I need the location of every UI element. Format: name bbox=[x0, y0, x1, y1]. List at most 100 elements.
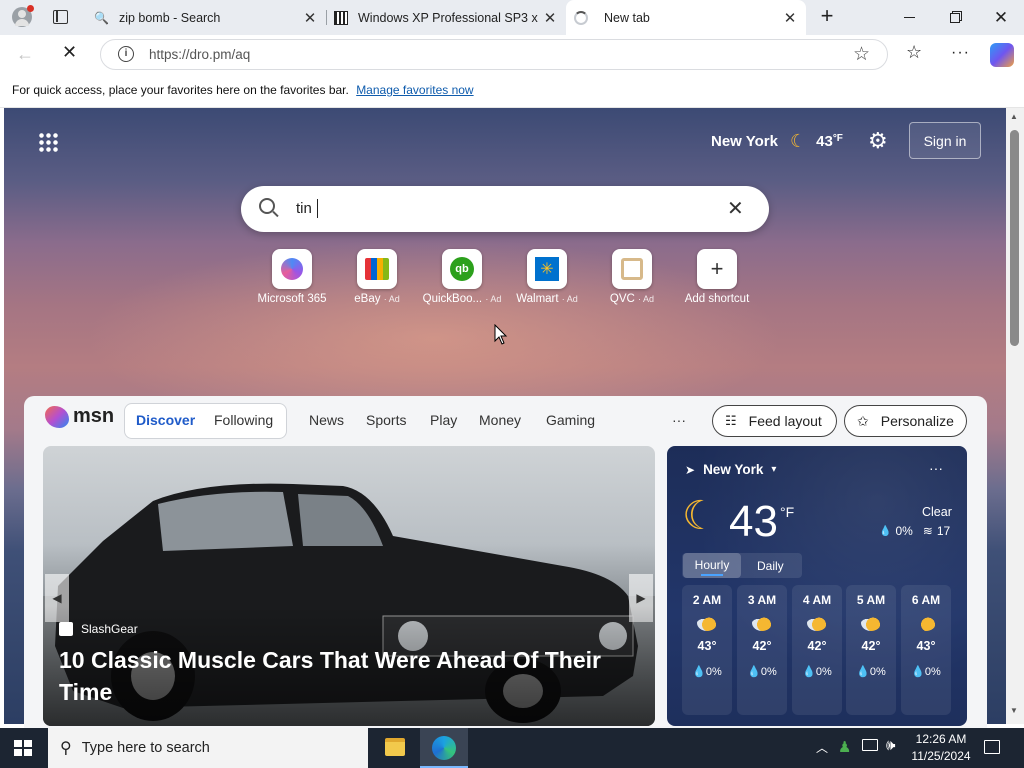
sparkle-icon: ✩ bbox=[857, 412, 869, 429]
shortcut-qvc[interactable]: QVC · Ad bbox=[592, 249, 672, 305]
taskbar-search-placeholder: Type here to search bbox=[81, 740, 210, 756]
notifications-icon[interactable] bbox=[984, 740, 1000, 754]
slashgear-logo-icon bbox=[59, 622, 73, 636]
network-user-icon[interactable]: ♟ bbox=[838, 738, 851, 756]
weather-condition: Clear bbox=[922, 505, 952, 519]
favorite-star-icon[interactable]: ☆ bbox=[853, 43, 870, 66]
minimize-button[interactable] bbox=[886, 0, 932, 35]
copilot-icon[interactable] bbox=[990, 43, 1014, 67]
tab-close-button[interactable]: ✕ bbox=[302, 9, 318, 27]
apps-grid-icon[interactable] bbox=[38, 132, 58, 152]
search-input[interactable]: tin bbox=[296, 200, 312, 217]
weather-temp-unit: °F bbox=[780, 504, 795, 520]
show-hidden-icons-chevron-icon[interactable]: ︿ bbox=[816, 739, 828, 756]
weather-more-icon[interactable]: ··· bbox=[929, 460, 943, 476]
tab-windows-xp[interactable]: Windows XP Professional SP3 x86 ✕ bbox=[326, 0, 566, 35]
shortcut-label: Add shortcut bbox=[684, 293, 750, 305]
hourly-forecast-item[interactable]: 4 AM 42° 💧0% bbox=[792, 585, 842, 715]
moon-cloud-icon bbox=[752, 615, 772, 631]
tab-title: Windows XP Professional SP3 x86 bbox=[358, 10, 538, 25]
msn-butterfly-icon bbox=[45, 405, 69, 428]
tab-title: New tab bbox=[604, 10, 650, 25]
article-headline[interactable]: 10 Classic Muscle Cars That Were Ahead O… bbox=[59, 644, 629, 708]
moon-cloud-icon bbox=[861, 615, 881, 631]
back-arrow-icon[interactable]: ← bbox=[16, 44, 34, 65]
more-menu-icon[interactable]: ··· bbox=[951, 44, 970, 62]
network-icon[interactable] bbox=[862, 739, 878, 751]
weather-location[interactable]: ➤ New York ▾ bbox=[685, 462, 776, 477]
edge-taskbar-button[interactable] bbox=[420, 728, 468, 768]
web-search-box[interactable]: tin ✕ bbox=[241, 186, 769, 232]
nav-more-button[interactable]: ··· bbox=[672, 412, 686, 428]
new-tab-button[interactable]: + bbox=[814, 3, 840, 31]
clock-time: 12:26 AM bbox=[915, 732, 967, 746]
favorites-icon[interactable]: ☆ bbox=[906, 42, 922, 63]
volume-icon[interactable]: 🕪 bbox=[886, 737, 895, 754]
chevron-down-icon: ▾ bbox=[771, 464, 777, 475]
tab-daily[interactable]: Daily bbox=[757, 559, 784, 573]
tab-actions-icon[interactable] bbox=[53, 10, 68, 24]
tab-zip-bomb-search[interactable]: 🔍 zip bomb - Search ✕ bbox=[86, 0, 326, 35]
shortcut-label: eBay bbox=[354, 293, 381, 305]
tab-close-button[interactable]: ✕ bbox=[542, 9, 558, 27]
quickbooks-icon: qb bbox=[450, 257, 474, 281]
favorites-bar: For quick access, place your favorites h… bbox=[0, 74, 1024, 108]
archive-favicon-icon bbox=[334, 10, 348, 25]
plus-icon: + bbox=[710, 256, 724, 281]
article-source[interactable]: SlashGear bbox=[59, 622, 138, 636]
nav-play[interactable]: Play bbox=[430, 412, 457, 428]
shortcut-quickbooks[interactable]: qb QuickBoo... · Ad bbox=[422, 249, 502, 305]
tab-hourly[interactable]: Hourly bbox=[683, 553, 741, 578]
ebay-bag-icon bbox=[365, 258, 389, 280]
hourly-forecast-item[interactable]: 5 AM 42° 💧0% bbox=[846, 585, 896, 715]
moon-icon bbox=[916, 615, 936, 631]
file-explorer-icon[interactable] bbox=[385, 738, 405, 756]
header-weather[interactable]: New York ☾ 43 °F bbox=[711, 131, 843, 152]
hourly-forecast-item[interactable]: 2 AM 43° 💧0% bbox=[682, 585, 732, 715]
close-window-button[interactable]: ✕ bbox=[978, 0, 1024, 35]
weather-temp: 43 bbox=[729, 497, 778, 546]
shortcut-label: QVC bbox=[609, 293, 635, 305]
scrollbar-thumb[interactable] bbox=[1010, 130, 1019, 346]
info-icon[interactable]: i bbox=[118, 46, 134, 62]
header-temp-unit: °F bbox=[832, 133, 843, 144]
nav-money[interactable]: Money bbox=[479, 412, 521, 428]
walmart-spark-icon: ✳ bbox=[535, 257, 559, 281]
tab-discover[interactable]: Discover bbox=[136, 412, 195, 428]
stop-loading-icon[interactable]: ✕ bbox=[62, 42, 77, 63]
page-scrollbar[interactable]: ▲ ▼ bbox=[1006, 108, 1024, 724]
tab-close-button[interactable]: ✕ bbox=[782, 9, 798, 27]
mouse-cursor-icon bbox=[494, 324, 508, 345]
header-city: New York bbox=[711, 133, 778, 150]
taskbar-search-box[interactable]: ⚲ Type here to search bbox=[48, 728, 368, 768]
restore-button[interactable] bbox=[932, 0, 978, 35]
shortcut-microsoft-365[interactable]: Microsoft 365 bbox=[252, 249, 332, 305]
personalize-button[interactable]: ✩ Personalize bbox=[844, 405, 967, 437]
taskbar-clock[interactable]: 12:26 AM 11/25/2024 bbox=[906, 731, 976, 765]
tab-new-tab[interactable]: New tab ✕ bbox=[566, 0, 806, 35]
manage-favorites-link[interactable]: Manage favorites now bbox=[356, 83, 473, 97]
clock-date: 11/25/2024 bbox=[911, 749, 971, 763]
settings-gear-icon[interactable]: ⚙ bbox=[868, 128, 888, 154]
nav-news[interactable]: News bbox=[309, 412, 344, 428]
weather-moon-icon: ☾ bbox=[682, 494, 718, 538]
profile-avatar[interactable] bbox=[12, 5, 34, 27]
hero-article-card[interactable]: ◀ ▶ SlashGear 10 Classic Muscle Cars Tha… bbox=[43, 446, 655, 726]
shortcut-add[interactable]: + Add shortcut bbox=[677, 249, 757, 305]
tab-following[interactable]: Following bbox=[214, 412, 273, 428]
microsoft-365-icon bbox=[281, 258, 303, 280]
address-field[interactable]: i https://dro.pm/aq ☆ bbox=[100, 39, 888, 70]
msn-logo[interactable]: msn bbox=[45, 405, 114, 428]
moon-cloud-icon bbox=[697, 615, 717, 631]
hourly-forecast-item[interactable]: 6 AM 43° 💧0% bbox=[901, 585, 951, 715]
sliders-icon: ☷ bbox=[725, 413, 737, 428]
feed-layout-button[interactable]: ☷ Feed layout bbox=[712, 405, 837, 437]
tab-title: zip bomb - Search bbox=[118, 10, 221, 25]
shortcut-ebay[interactable]: eBay · Ad bbox=[337, 249, 417, 305]
nav-sports[interactable]: Sports bbox=[366, 412, 406, 428]
nav-gaming[interactable]: Gaming bbox=[546, 412, 595, 428]
shortcut-walmart[interactable]: ✳ Walmart · Ad bbox=[507, 249, 587, 305]
sign-in-button[interactable]: Sign in bbox=[909, 122, 981, 159]
clear-search-icon[interactable]: ✕ bbox=[727, 196, 744, 221]
hourly-forecast-item[interactable]: 3 AM 42° 💧0% bbox=[737, 585, 787, 715]
